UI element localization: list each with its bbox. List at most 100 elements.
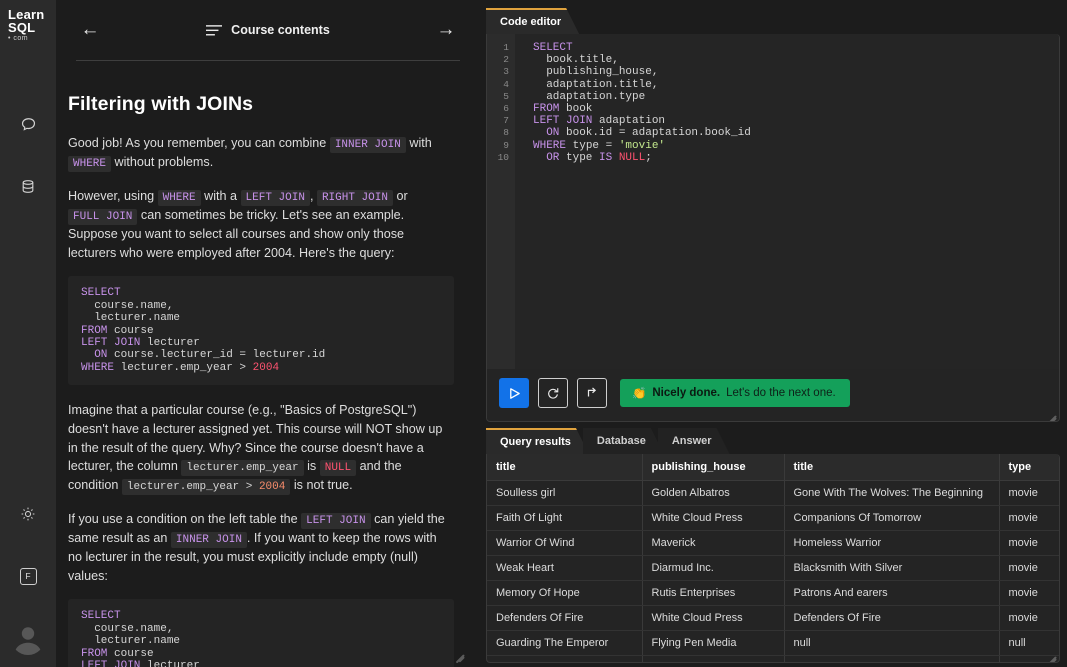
left-icon-rail: Learn SQL • com F xyxy=(0,0,56,667)
table-cell: null xyxy=(784,630,1000,656)
table-cell: Companions Of Tomorrow xyxy=(784,505,1000,531)
table-cell: Defenders Of Fire xyxy=(487,605,643,631)
arrow-next-icon xyxy=(587,387,597,397)
right-pane: Code editor 9 exercises left to finish t… xyxy=(480,0,1067,667)
brand-logo[interactable]: Learn SQL • com xyxy=(2,0,54,48)
p2-text-c: or xyxy=(396,188,408,203)
table-cell: White Cloud Press xyxy=(642,505,785,531)
line-number-gutter: 1 2 3 4 5 6 7 8 9 10 xyxy=(487,34,515,369)
table-cell: Faith Of Light xyxy=(487,505,643,531)
table-cell: White Cloud Press xyxy=(642,605,785,631)
results-resize-grip[interactable] xyxy=(1043,646,1057,662)
sql-code-area[interactable]: 1 2 3 4 5 6 7 8 9 10 SELECT book.title, … xyxy=(487,34,1059,369)
rail-bottom-group: F xyxy=(11,483,45,667)
column-header: publishing_house xyxy=(642,454,785,481)
table-cell: movie xyxy=(999,580,1059,606)
p2-text-a: However, using xyxy=(68,188,155,203)
course-contents-button[interactable]: Course contents xyxy=(104,23,432,37)
table-cell: Rutis Enterprises xyxy=(642,580,785,606)
database-icon[interactable] xyxy=(11,170,45,204)
brand-line-2: SQL xyxy=(8,20,36,36)
brightness-icon[interactable] xyxy=(11,497,45,531)
tab-answer[interactable]: Answer xyxy=(658,428,730,454)
table-cell: Diarmud Inc. xyxy=(642,655,785,662)
lesson-code-block-2: SELECT course.name, lecturer.name FROM c… xyxy=(68,599,454,667)
inline-code-inner-join-2: INNER JOIN xyxy=(170,531,247,548)
table-cell: movie xyxy=(999,480,1059,506)
editor-toolbar: 👏 Nicely done. Let's do the next one. xyxy=(487,369,1059,421)
toast-message: Let's do the next one. xyxy=(726,387,836,399)
tab-query-results[interactable]: Query results xyxy=(486,428,589,454)
results-panel: Query results Database Answer title publi… xyxy=(486,428,1060,663)
editor-resize-grip[interactable] xyxy=(1043,405,1057,421)
column-header: type xyxy=(999,454,1059,481)
inline-code-null: NULL xyxy=(319,460,357,477)
tab-answer-label: Answer xyxy=(671,435,712,447)
play-icon xyxy=(509,387,520,399)
prev-lesson-arrow-icon[interactable]: ← xyxy=(76,16,104,44)
inline-code-where: WHERE xyxy=(68,156,112,173)
inline-code-where-2: WHERE xyxy=(157,189,201,206)
next-button[interactable] xyxy=(577,378,607,408)
paragraph-2: However, using WHERE with a LEFT JOIN, R… xyxy=(68,187,454,263)
table-cell: movie xyxy=(999,530,1059,556)
hamburger-menu-icon xyxy=(206,24,223,35)
table-cell: movie xyxy=(999,505,1059,531)
table-cell: Blacksmith With Silver xyxy=(487,655,643,662)
chat-icon[interactable] xyxy=(11,108,45,142)
inline-code-emp-year-cond: lecturer.emp_year > 2004 xyxy=(121,479,291,496)
clap-emoji-icon: 👏 xyxy=(632,388,647,400)
table-row: Faith Of Light White Cloud Press Companion… xyxy=(487,505,1059,531)
brand-line-1: Learn xyxy=(8,7,45,22)
query-results-table: title publishing_house title type Soulless … xyxy=(487,454,1059,662)
table-row: Guarding The Emperor Flying Pen Media null… xyxy=(487,630,1059,656)
tab-database-label: Database xyxy=(596,435,646,447)
tab-code-editor-label: Code editor xyxy=(500,16,562,28)
next-lesson-arrow-icon[interactable]: → xyxy=(432,16,460,44)
lesson-body: Filtering with JOINs Good job! As you re… xyxy=(56,61,480,667)
table-cell: Maverick xyxy=(642,530,785,556)
table-row: Soulless girl Golden Albatros Gone With Th… xyxy=(487,480,1059,506)
tab-database[interactable]: Database xyxy=(583,428,664,454)
table-row: Defenders Of Fire White Cloud Press Defend… xyxy=(487,605,1059,631)
inline-code-full-join: FULL JOIN xyxy=(68,208,138,225)
column-header: title xyxy=(784,454,1000,481)
inline-code-right-join: RIGHT JOIN xyxy=(316,189,393,206)
paragraph-3: Imagine that a particular course (e.g., … xyxy=(68,401,454,496)
reset-button[interactable] xyxy=(538,378,568,408)
run-button[interactable] xyxy=(499,378,529,408)
p1-text-c: without problems. xyxy=(114,155,214,170)
inline-code-inner-join: INNER JOIN xyxy=(329,137,406,153)
app-root: Learn SQL • com F ← Course contents → Fi… xyxy=(0,0,1067,667)
cond-expr: lecturer.emp_year > xyxy=(126,481,259,494)
p3-text-d: is not true. xyxy=(293,478,353,493)
tab-code-editor[interactable]: Code editor xyxy=(486,8,579,34)
p3-text-b: is xyxy=(307,459,317,474)
brand-line-3: • com xyxy=(8,34,29,42)
results-shell: title publishing_house title type Soulless … xyxy=(486,454,1060,663)
table-cell: Blacksmith With Silver xyxy=(784,555,1000,581)
results-tabstrip: Query results Database Answer xyxy=(486,428,1060,454)
table-cell: Warrior Of Wind xyxy=(487,530,643,556)
toast-headline: Nicely done. xyxy=(652,387,721,399)
table-cell: Weak Heart xyxy=(487,555,643,581)
table-cell: movie xyxy=(999,605,1059,631)
p2-comma: , xyxy=(309,188,314,203)
page-title: Filtering with JOINs xyxy=(68,93,254,115)
tab-query-results-label: Query results xyxy=(500,436,571,448)
table-row: Weak Heart Diarmud Inc. Blacksmith With Si… xyxy=(487,555,1059,581)
lesson-resize-grip[interactable] xyxy=(451,644,465,664)
avatar[interactable] xyxy=(11,621,45,655)
p1-text-a: Good job! As you remember, you can combi… xyxy=(68,136,327,150)
inline-code-left-join: LEFT JOIN xyxy=(240,189,310,206)
table-cell: null xyxy=(784,655,1000,662)
sql-editor-text[interactable]: SELECT book.title, publishing_house, ada… xyxy=(515,34,1059,369)
lesson-code-block-1: SELECT course.name, lecturer.name FROM c… xyxy=(68,276,454,386)
table-cell: Homeless Warrior xyxy=(784,530,1000,556)
editor-shell: 1 2 3 4 5 6 7 8 9 10 SELECT book.title, … xyxy=(486,34,1060,422)
code-editor-panel: Code editor 9 exercises left to finish t… xyxy=(486,8,1060,422)
success-toast: 👏 Nicely done. Let's do the next one. xyxy=(620,379,850,407)
paragraph-1: Good job! As you remember, you can combi… xyxy=(68,134,454,173)
editor-tabstrip: Code editor 9 exercises left to finish t… xyxy=(486,8,1060,34)
fullscreen-key-icon[interactable]: F xyxy=(11,559,45,593)
